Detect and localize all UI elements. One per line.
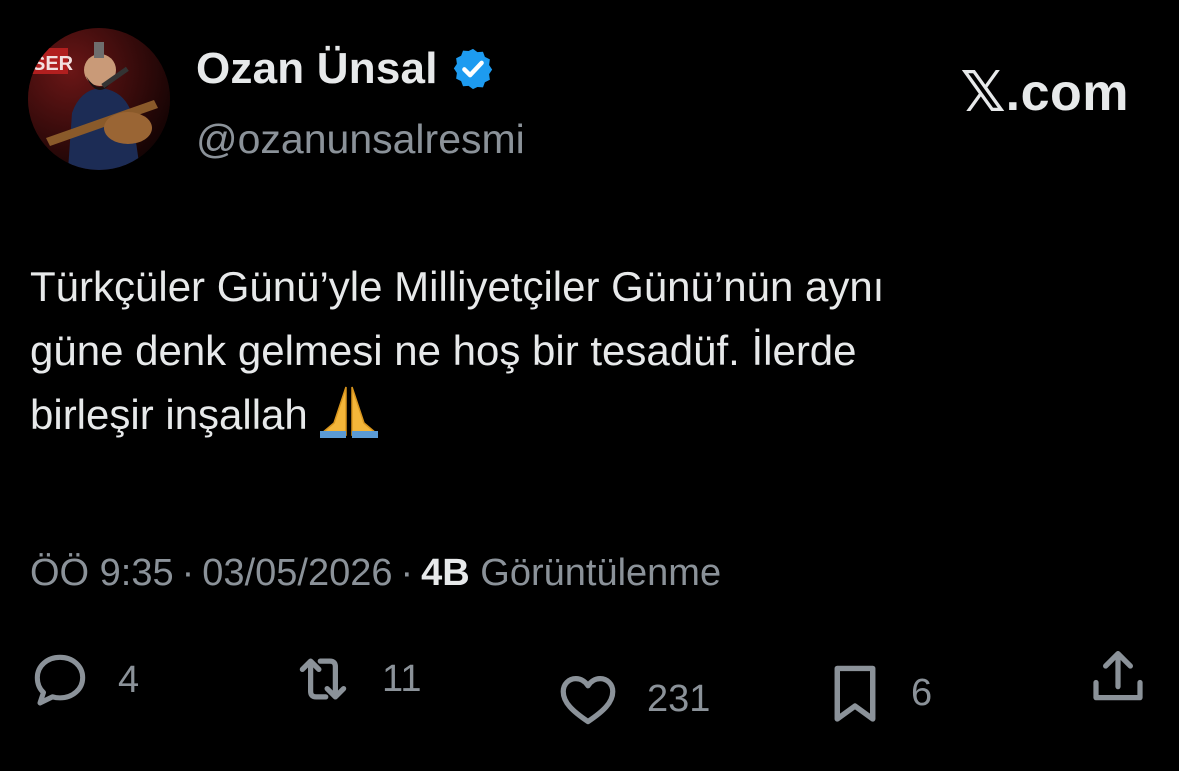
- repost-icon: [299, 658, 347, 700]
- folded-hands-emoji-icon: [319, 386, 378, 438]
- meta-separator: ·: [400, 552, 414, 594]
- tweet-text-line: birleşir inşallah: [30, 383, 1150, 447]
- heart-icon: [560, 676, 616, 725]
- tweet-actions: 4 11 231 6: [0, 640, 1179, 725]
- tweet-card: SER Ozan Ünsal @ozanunsalresmi 𝕏 .com Tü…: [0, 0, 1179, 771]
- tweet-date[interactable]: 03/05/2026: [202, 552, 392, 594]
- tweet-text-line-content: birleşir inşallah: [30, 391, 308, 438]
- tweet-text-line: güne denk gelmesi ne hoş bir tesadüf. İl…: [30, 327, 857, 374]
- tweet-time[interactable]: ÖÖ 9:35: [30, 552, 174, 594]
- like-count: 231: [647, 677, 711, 720]
- meta-separator: ·: [181, 552, 195, 594]
- reply-icon: [34, 654, 86, 706]
- avatar-photo: SER: [28, 28, 170, 170]
- tweet-text-line: Türkçüler Günü’yle Milliyetçiler Günü’nü…: [30, 263, 885, 310]
- author-handle[interactable]: @ozanunsalresmi: [196, 116, 525, 163]
- brand-domain-text: .com: [1005, 63, 1129, 122]
- share-button[interactable]: [1085, 644, 1151, 710]
- reply-button[interactable]: 4: [28, 648, 139, 712]
- avatar[interactable]: SER: [28, 28, 170, 170]
- bookmark-count: 6: [911, 671, 933, 714]
- share-icon: [1093, 651, 1143, 701]
- avatar-sign-text: SER: [32, 53, 74, 75]
- x-logo-icon: 𝕏: [960, 60, 1006, 125]
- repost-button[interactable]: 11: [290, 646, 421, 712]
- verified-badge-icon: [453, 48, 492, 90]
- repost-count: 11: [382, 657, 422, 700]
- brand-watermark: 𝕏 .com: [961, 60, 1130, 125]
- bookmark-icon: [834, 665, 876, 722]
- reply-count: 4: [118, 658, 140, 701]
- tweet-text: Türkçüler Günü’yle Milliyetçiler Günü’nü…: [30, 255, 1150, 447]
- views-count: 4B: [421, 552, 470, 594]
- author-name-row: Ozan Ünsal: [196, 44, 496, 94]
- bookmark-button[interactable]: 6: [825, 660, 932, 726]
- like-button[interactable]: 231: [555, 666, 710, 732]
- author-name[interactable]: Ozan Ünsal: [196, 44, 438, 94]
- tweet-meta: ÖÖ 9:35 · 03/05/2026 · 4B Görüntülenme: [30, 552, 721, 595]
- views-label: Görüntülenme: [480, 552, 722, 594]
